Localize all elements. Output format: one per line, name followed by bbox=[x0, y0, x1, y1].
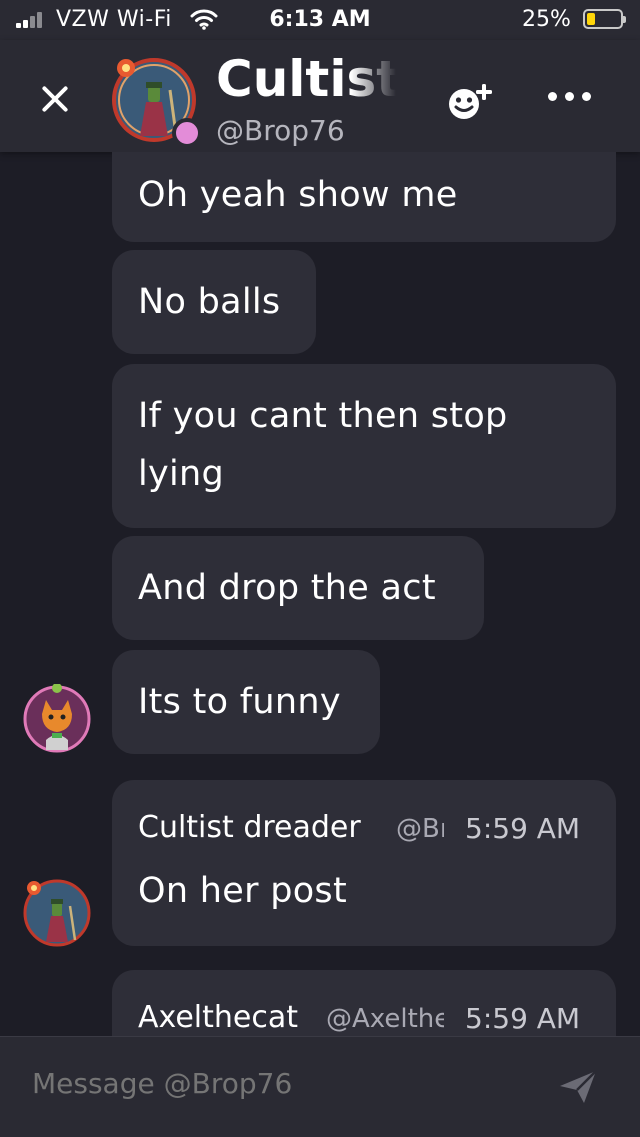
message-text: Its to funny bbox=[138, 682, 341, 722]
message-author[interactable]: Cultist dreader bbox=[138, 810, 361, 845]
message-bubble[interactable]: And drop the act bbox=[112, 536, 484, 640]
message-text: If you cant then stop bbox=[138, 396, 508, 436]
message-author[interactable]: Axelthecat bbox=[138, 1000, 298, 1035]
send-icon[interactable] bbox=[558, 1069, 598, 1105]
battery-icon bbox=[583, 9, 626, 29]
message-list[interactable]: Oh yeah show me No balls If you cant the… bbox=[0, 152, 640, 1036]
message-timestamp: 5:59 AM bbox=[465, 1002, 581, 1035]
message-bubble[interactable]: If you cant then stop lying bbox=[112, 364, 616, 528]
message-text: On her post bbox=[138, 871, 347, 911]
battery-percent: 25% bbox=[522, 7, 571, 32]
conversation-header: Cultist dreader @Brop76 bbox=[0, 40, 640, 152]
conversation-handle: @Brop76 bbox=[216, 114, 345, 147]
cat-avatar[interactable] bbox=[22, 684, 92, 754]
message-composer bbox=[0, 1036, 640, 1137]
status-bar: VZW Wi-Fi 6:13 AM 25% bbox=[0, 0, 640, 40]
more-options-icon[interactable] bbox=[548, 90, 592, 106]
message-bubble[interactable]: Axelthecat @Axelthecat 5:59 AM bbox=[112, 970, 616, 1036]
add-friend-icon[interactable] bbox=[446, 80, 498, 122]
online-status-dot bbox=[172, 118, 202, 148]
close-icon[interactable] bbox=[34, 78, 76, 120]
message-bubble[interactable]: Cultist dreader @Brop76 5:59 AM On her p… bbox=[112, 780, 616, 946]
battery-fill bbox=[587, 13, 595, 25]
message-timestamp: 5:59 AM bbox=[465, 812, 581, 845]
message-bubble[interactable]: Oh yeah show me bbox=[112, 152, 616, 242]
message-bubble[interactable]: No balls bbox=[112, 250, 316, 354]
message-handle: @Axelthecat bbox=[326, 1004, 444, 1034]
message-handle: @Brop76 bbox=[396, 814, 444, 844]
cultist-avatar[interactable] bbox=[22, 878, 92, 948]
message-bubble[interactable]: Its to funny bbox=[112, 650, 380, 754]
message-text: lying bbox=[138, 454, 225, 494]
message-input[interactable] bbox=[32, 1067, 512, 1100]
message-text: Oh yeah show me bbox=[138, 175, 458, 215]
message-text: And drop the act bbox=[138, 568, 436, 608]
conversation-title[interactable]: Cultist dreader bbox=[216, 50, 396, 110]
message-text: No balls bbox=[138, 282, 281, 322]
